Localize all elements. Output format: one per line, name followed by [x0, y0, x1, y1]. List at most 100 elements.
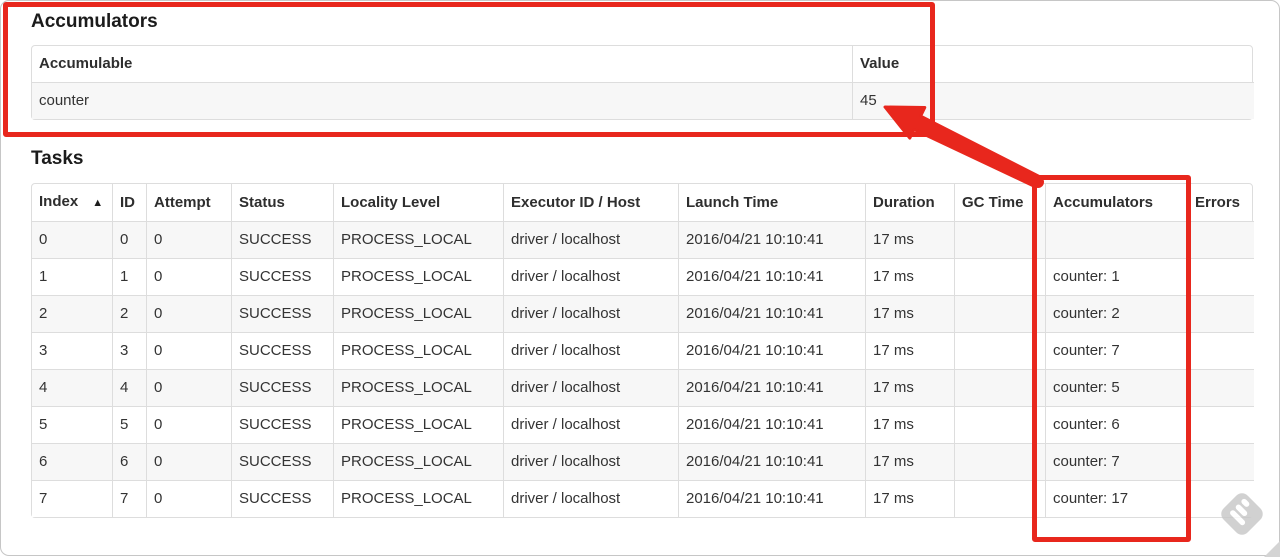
task-executor-cell: driver / localhost	[503, 258, 678, 295]
task-executor-cell: driver / localhost	[503, 369, 678, 406]
accumulators-table: Accumulable Value counter 45	[31, 45, 1254, 120]
task-launch-time-cell: 2016/04/21 10:10:41	[678, 406, 865, 443]
task-attempt-cell: 0	[146, 221, 231, 258]
task-errors-cell	[1187, 295, 1254, 332]
task-attempt-cell: 0	[146, 369, 231, 406]
column-header-duration[interactable]: Duration	[865, 184, 954, 221]
task-locality-cell: PROCESS_LOCAL	[333, 406, 503, 443]
column-header-accumulable[interactable]: Accumulable	[32, 46, 852, 82]
task-launch-time-cell: 2016/04/21 10:10:41	[678, 443, 865, 480]
task-accumulators-cell: counter: 6	[1045, 406, 1187, 443]
task-index-cell: 2	[32, 295, 112, 332]
task-row: 3 3 0 SUCCESS PROCESS_LOCAL driver / loc…	[32, 332, 1254, 369]
tasks-table: Index ▲ ID Attempt Status Locality Level …	[31, 183, 1254, 518]
task-locality-cell: PROCESS_LOCAL	[333, 258, 503, 295]
task-index-cell: 0	[32, 221, 112, 258]
task-id-cell: 4	[112, 369, 146, 406]
task-status-cell: SUCCESS	[231, 258, 333, 295]
task-row: 1 1 0 SUCCESS PROCESS_LOCAL driver / loc…	[32, 258, 1254, 295]
task-attempt-cell: 0	[146, 480, 231, 517]
column-header-launch-time[interactable]: Launch Time	[678, 184, 865, 221]
task-index-cell: 6	[32, 443, 112, 480]
task-accumulators-cell: counter: 5	[1045, 369, 1187, 406]
task-launch-time-cell: 2016/04/21 10:10:41	[678, 258, 865, 295]
task-attempt-cell: 0	[146, 406, 231, 443]
task-locality-cell: PROCESS_LOCAL	[333, 332, 503, 369]
task-id-cell: 2	[112, 295, 146, 332]
task-locality-cell: PROCESS_LOCAL	[333, 443, 503, 480]
task-duration-cell: 17 ms	[865, 332, 954, 369]
task-duration-cell: 17 ms	[865, 480, 954, 517]
task-duration-cell: 17 ms	[865, 406, 954, 443]
task-row: 7 7 0 SUCCESS PROCESS_LOCAL driver / loc…	[32, 480, 1254, 517]
column-header-id[interactable]: ID	[112, 184, 146, 221]
task-errors-cell	[1187, 480, 1254, 517]
accumulable-value-cell: 45	[852, 82, 1254, 119]
task-gc-time-cell	[954, 258, 1045, 295]
task-row: 4 4 0 SUCCESS PROCESS_LOCAL driver / loc…	[32, 369, 1254, 406]
task-gc-time-cell	[954, 221, 1045, 258]
task-index-cell: 4	[32, 369, 112, 406]
task-duration-cell: 17 ms	[865, 221, 954, 258]
task-errors-cell	[1187, 221, 1254, 258]
column-header-executor-id-host[interactable]: Executor ID / Host	[503, 184, 678, 221]
task-duration-cell: 17 ms	[865, 295, 954, 332]
task-index-cell: 7	[32, 480, 112, 517]
task-executor-cell: driver / localhost	[503, 295, 678, 332]
accumulable-name-cell: counter	[32, 82, 852, 119]
task-errors-cell	[1187, 258, 1254, 295]
task-duration-cell: 17 ms	[865, 258, 954, 295]
task-gc-time-cell	[954, 443, 1045, 480]
page-content: Accumulators Accumulable Value counter 4…	[31, 9, 1254, 518]
task-launch-time-cell: 2016/04/21 10:10:41	[678, 295, 865, 332]
task-id-cell: 6	[112, 443, 146, 480]
task-locality-cell: PROCESS_LOCAL	[333, 369, 503, 406]
task-status-cell: SUCCESS	[231, 443, 333, 480]
task-locality-cell: PROCESS_LOCAL	[333, 480, 503, 517]
task-accumulators-cell: counter: 2	[1045, 295, 1187, 332]
task-row: 6 6 0 SUCCESS PROCESS_LOCAL driver / loc…	[32, 443, 1254, 480]
task-launch-time-cell: 2016/04/21 10:10:41	[678, 221, 865, 258]
task-gc-time-cell	[954, 369, 1045, 406]
task-attempt-cell: 0	[146, 443, 231, 480]
tasks-section-title: Tasks	[31, 148, 84, 169]
task-id-cell: 3	[112, 332, 146, 369]
task-gc-time-cell	[954, 480, 1045, 517]
column-header-gc-time[interactable]: GC Time	[954, 184, 1045, 221]
column-header-locality-level[interactable]: Locality Level	[333, 184, 503, 221]
column-header-accumulators[interactable]: Accumulators	[1045, 184, 1187, 221]
column-header-errors[interactable]: Errors	[1187, 184, 1254, 221]
task-duration-cell: 17 ms	[865, 443, 954, 480]
task-gc-time-cell	[954, 406, 1045, 443]
task-id-cell: 7	[112, 480, 146, 517]
task-errors-cell	[1187, 443, 1254, 480]
column-header-value[interactable]: Value	[852, 46, 1254, 82]
task-launch-time-cell: 2016/04/21 10:10:41	[678, 480, 865, 517]
task-status-cell: SUCCESS	[231, 221, 333, 258]
task-status-cell: SUCCESS	[231, 332, 333, 369]
task-id-cell: 0	[112, 221, 146, 258]
task-gc-time-cell	[954, 295, 1045, 332]
task-attempt-cell: 0	[146, 295, 231, 332]
task-index-cell: 3	[32, 332, 112, 369]
column-header-attempt[interactable]: Attempt	[146, 184, 231, 221]
task-accumulators-cell: counter: 7	[1045, 332, 1187, 369]
task-executor-cell: driver / localhost	[503, 480, 678, 517]
task-executor-cell: driver / localhost	[503, 443, 678, 480]
column-header-index[interactable]: Index ▲	[32, 184, 112, 221]
task-accumulators-cell: counter: 7	[1045, 443, 1187, 480]
sort-ascending-icon: ▲	[92, 197, 104, 209]
task-launch-time-cell: 2016/04/21 10:10:41	[678, 332, 865, 369]
accumulators-header-row: Accumulable Value	[32, 46, 1254, 82]
task-errors-cell	[1187, 406, 1254, 443]
column-header-status[interactable]: Status	[231, 184, 333, 221]
task-status-cell: SUCCESS	[231, 369, 333, 406]
task-accumulators-cell: counter: 1	[1045, 258, 1187, 295]
task-executor-cell: driver / localhost	[503, 221, 678, 258]
spark-stage-page: { "accumulators_section": { "title": "Ac…	[0, 0, 1280, 557]
accumulators-section-title: Accumulators	[31, 11, 158, 32]
task-row: 5 5 0 SUCCESS PROCESS_LOCAL driver / loc…	[32, 406, 1254, 443]
task-locality-cell: PROCESS_LOCAL	[333, 295, 503, 332]
task-errors-cell	[1187, 369, 1254, 406]
task-status-cell: SUCCESS	[231, 295, 333, 332]
